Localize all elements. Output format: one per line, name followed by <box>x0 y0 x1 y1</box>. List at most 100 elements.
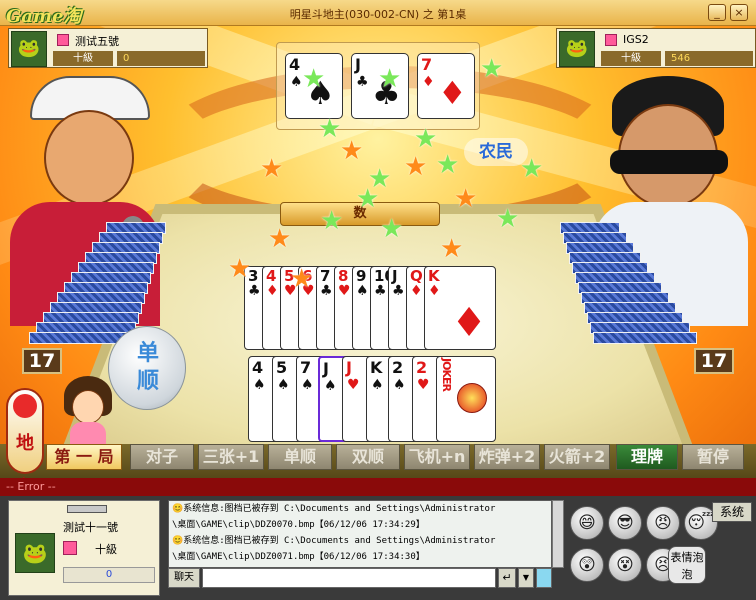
dropdown-icon[interactable]: ▼ <box>518 568 534 588</box>
play-type-button[interactable]: 飞机+n <box>404 444 470 470</box>
left-player-name: 测试五號 <box>75 35 119 48</box>
emote-face-icon[interactable]: 😵 <box>608 548 642 582</box>
close-button[interactable]: × <box>730 4 748 21</box>
star-icon: ★ <box>320 206 344 236</box>
card-rank: Q <box>410 267 423 285</box>
color-picker-icon[interactable] <box>536 568 552 588</box>
star-icon: ★ <box>302 64 326 94</box>
card-suit-icon: ♣ <box>248 283 261 299</box>
emote-face-icon[interactable]: 😠 <box>646 506 680 540</box>
right-opponent-cards <box>560 222 700 362</box>
star-icon: ★ <box>378 64 402 94</box>
card-back <box>593 332 697 344</box>
play-type-button[interactable]: 双顺 <box>336 444 400 470</box>
card-rank: 4 <box>252 358 264 377</box>
pause-button[interactable]: 暂停 <box>682 444 744 470</box>
card-suit-icon: ♣ <box>320 283 333 299</box>
sunglasses-icon <box>610 150 728 174</box>
left-player-score: 0 <box>117 51 205 66</box>
chat-send-label[interactable]: 聊天 <box>168 568 200 588</box>
star-icon: ★ <box>356 184 380 214</box>
emote-face-icon[interactable]: 😎 <box>608 506 642 540</box>
right-cards-count: 17 <box>694 348 734 374</box>
emote-menu-button[interactable]: 表情泡泡 <box>668 546 706 584</box>
card-rank: JOKER <box>440 358 453 391</box>
chat-log: 😊系统信息:图档已被存到 C:\Documents and Settings\A… <box>168 500 552 568</box>
hand-card[interactable]: JOKER <box>436 356 496 442</box>
card-suit-icon: ♠ <box>277 377 290 393</box>
card-suit-icon: ♠ <box>356 283 369 299</box>
self-player-rank: 十級 <box>95 543 117 556</box>
star-icon: ★ <box>380 214 404 244</box>
star-icon: ★ <box>480 54 504 84</box>
card-rank: 5 <box>276 358 288 377</box>
card-suit-icon: ♠ <box>301 377 314 393</box>
play-type-button[interactable]: 对子 <box>130 444 194 470</box>
system-button[interactable]: 系统 <box>712 502 752 522</box>
card-rank: 7 <box>320 267 331 285</box>
self-player-panel: 測試十一號 🐸 十級 0 <box>8 500 160 596</box>
left-character-face <box>44 110 134 206</box>
card-rank: K <box>428 267 440 285</box>
landlord-badge: 地主 <box>6 388 44 498</box>
card-rank: 4 <box>266 267 277 285</box>
self-player-name: 測試十一號 <box>63 521 118 534</box>
card-rank: J <box>392 267 398 285</box>
star-icon: ★ <box>340 136 364 166</box>
star-icon: ★ <box>228 254 252 284</box>
right-player-avatar[interactable]: 🐸 <box>559 31 595 67</box>
card-suit-icon: ♦ <box>422 74 435 90</box>
right-player-panel: 🐸 IGS2 十級 546 <box>556 28 756 68</box>
card-rank: 7 <box>421 55 433 74</box>
card-suit-icon: ♠ <box>393 377 406 393</box>
chat-message: 😊系统信息:图档已被存到 C:\Documents and Settings\A… <box>172 504 496 514</box>
emote-face-icon[interactable]: 😲 <box>570 548 604 582</box>
self-player-flag-icon <box>63 541 77 555</box>
card-rank: 7 <box>300 358 312 377</box>
enter-icon[interactable]: ↵ <box>498 568 516 588</box>
self-player-avatar[interactable]: 🐸 <box>15 533 55 573</box>
star-icon: ★ <box>496 204 520 234</box>
card-suit-icon: ♦ <box>266 283 279 299</box>
card-rank: J <box>346 358 352 377</box>
star-icon: ★ <box>520 154 544 184</box>
star-icon: ★ <box>290 264 314 294</box>
card-suit-icon: ♣ <box>356 74 369 90</box>
minimize-button[interactable]: _ <box>708 4 726 21</box>
star-icon: ★ <box>440 234 464 264</box>
card-suit-icon: ♥ <box>417 377 430 393</box>
star-icon: ★ <box>454 184 478 214</box>
play-type-button[interactable]: 火箭+2 <box>544 444 610 470</box>
star-icon: ★ <box>436 150 460 180</box>
card-suit-icon: ♦ <box>410 283 423 299</box>
card-suit-icon: ♥ <box>338 283 351 299</box>
title-bar: Game淘 明星斗地主(030-002-CN) 之 第1桌 _ × <box>0 0 756 27</box>
chat-input[interactable] <box>202 568 496 588</box>
landlord-card: 7 ♦ ♦ <box>417 53 475 119</box>
error-bar: -- Error -- <box>0 478 756 496</box>
sort-cards-button[interactable]: 理牌 <box>616 444 678 470</box>
card-suit-icon: ♠ <box>290 74 303 90</box>
card-rank: 8 <box>338 267 349 285</box>
card-rank: 2 <box>392 358 404 377</box>
emote-face-icon[interactable]: 😄 <box>570 506 604 540</box>
left-player-panel: 🐸 测试五號 十級 0 <box>8 28 208 68</box>
farmer-role-badge: 农民 <box>464 138 528 166</box>
play-type-button[interactable]: 单顺 <box>268 444 332 470</box>
chat-message: \桌面\GAME\clip\DDZ0070.bmp【06/12/06 17:34… <box>172 520 425 530</box>
play-type-button[interactable]: 炸弹+2 <box>474 444 540 470</box>
star-icon: ★ <box>404 152 428 182</box>
card-suit-icon: ♠ <box>324 378 337 394</box>
card-rank: J <box>323 359 329 378</box>
chat-scrollbar[interactable] <box>552 500 564 568</box>
bubble-text-line1: 单 <box>136 341 159 366</box>
game-table-scene: 🐸 测试五號 十級 0 🐸 IGS2 十級 546 4 ♠ ♠ J ♣ ♣ 7 ♦ ♦ 农民 数… <box>0 26 756 478</box>
bottom-panel: 測試十一號 🐸 十級 0 😊系统信息:图档已被存到 C:\Documents a… <box>0 496 756 600</box>
right-player-name: IGS2 <box>623 33 649 46</box>
left-player-avatar[interactable]: 🐸 <box>11 31 47 67</box>
window-title: 明星斗地主(030-002-CN) 之 第1桌 <box>289 8 467 21</box>
panel-scroll-up[interactable] <box>67 505 107 513</box>
star-icon: ★ <box>414 124 438 154</box>
play-type-button[interactable]: 三张+1 <box>198 444 264 470</box>
self-player-score: 0 <box>63 567 155 583</box>
